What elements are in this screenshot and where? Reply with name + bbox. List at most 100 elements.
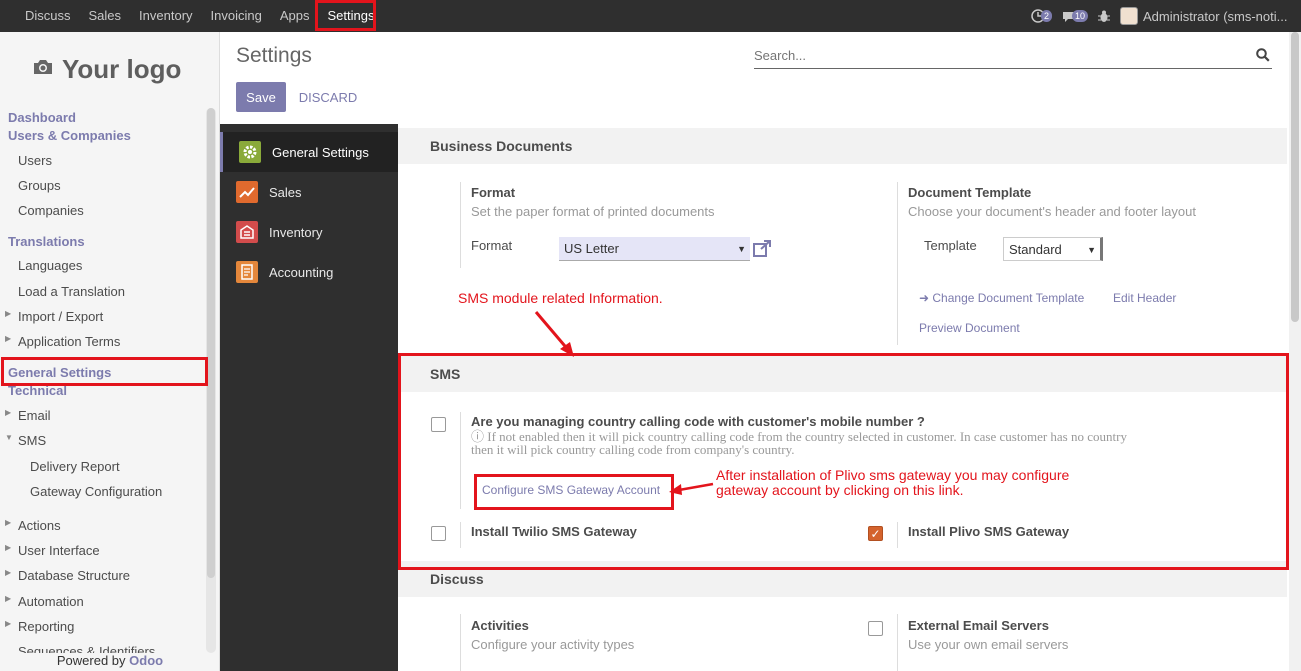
divider	[460, 522, 461, 548]
document-template-title: Document Template	[908, 185, 1032, 200]
settings-nav-general-label: General Settings	[272, 144, 369, 160]
divider	[897, 614, 898, 671]
sidebar-translations[interactable]: Translations	[8, 234, 85, 249]
external-link-icon[interactable]	[753, 240, 772, 257]
settings-nav-general[interactable]: General Settings	[220, 132, 398, 172]
sidebar-actions-label: Actions	[18, 518, 61, 533]
sidebar-user-interface-label: User Interface	[18, 543, 100, 558]
sidebar-application-terms[interactable]: ▶ Application Terms	[5, 334, 120, 349]
inventory-icon	[236, 221, 258, 243]
arrow-right-icon: ➜	[919, 291, 933, 305]
messaging-button[interactable]: 10	[1062, 10, 1088, 23]
sidebar-companies[interactable]: Companies	[18, 203, 84, 218]
top-navbar: Discuss Sales Inventory Invoicing Apps S…	[0, 0, 1301, 32]
search-input[interactable]	[754, 44, 1244, 63]
caret-right-icon: ▶	[5, 518, 12, 527]
settings-nav-sales[interactable]: Sales	[220, 172, 398, 212]
sidebar-users[interactable]: Users	[18, 153, 52, 168]
bug-icon[interactable]	[1098, 10, 1110, 23]
sidebar-import-export[interactable]: ▶ Import / Export	[5, 309, 104, 324]
sidebar-email-label: Email	[18, 408, 51, 423]
sidebar-email[interactable]: ▶ Email	[5, 408, 51, 423]
country-code-checkbox[interactable]	[431, 417, 446, 432]
sidebar-scrollbar[interactable]	[206, 108, 216, 653]
sidebar-gateway-configuration[interactable]: Gateway Configuration	[30, 484, 162, 499]
page-title: Settings	[236, 44, 312, 67]
caret-right-icon: ▶	[5, 334, 12, 343]
sidebar-sequences[interactable]: ▶Sequences & Identifiers	[18, 644, 155, 653]
template-select[interactable]: Standard ▼	[1003, 237, 1103, 261]
content-scrollbar[interactable]	[1289, 32, 1301, 671]
sidebar-languages[interactable]: Languages	[18, 258, 82, 273]
edit-header-link[interactable]: Edit Header	[1113, 291, 1176, 305]
sidebar-database-structure-label: Database Structure	[18, 568, 131, 583]
sidebar-technical[interactable]: Technical	[8, 383, 67, 398]
business-documents-header: Business Documents	[398, 128, 1287, 164]
twilio-checkbox[interactable]	[431, 526, 446, 541]
format-title: Format	[471, 185, 516, 200]
change-template-link[interactable]: ➜ Change Document Template	[919, 291, 1084, 305]
menu-inventory[interactable]: Inventory	[130, 0, 201, 32]
powered-by-text: Powered by	[56, 653, 126, 668]
activity-button[interactable]: 2	[1031, 9, 1052, 23]
sidebar-reporting[interactable]: ▶ Reporting	[5, 619, 74, 634]
template-select-value: Standard	[1009, 242, 1062, 257]
sidebar-load-translation[interactable]: Load a Translation	[18, 284, 125, 299]
caret-right-icon: ▶	[5, 594, 12, 603]
email-servers-description: Use your own email servers	[908, 637, 1069, 652]
help-line-2: then it will pick country calling code f…	[471, 442, 795, 457]
menu-discuss[interactable]: Discuss	[16, 0, 80, 32]
plivo-checkbox[interactable]: ✓	[868, 526, 883, 541]
configure-gateway-link[interactable]: Configure SMS Gateway Account	[482, 483, 660, 497]
left-sidebar: Your logo Dashboard Users & Companies Us…	[0, 32, 220, 671]
sidebar-database-structure[interactable]: ▶ Database Structure	[5, 568, 131, 583]
user-menu[interactable]: Administrator (sms-noti...	[1143, 9, 1301, 24]
format-select[interactable]: US Letter ▼	[559, 237, 750, 261]
activities-title: Activities	[471, 618, 529, 633]
content-scrollbar-thumb[interactable]	[1291, 32, 1299, 322]
business-documents-title: Business Documents	[430, 138, 573, 154]
sidebar-automation[interactable]: ▶ Automation	[5, 594, 84, 609]
preview-document-link[interactable]: Preview Document	[919, 321, 1020, 335]
sidebar-delivery-report[interactable]: Delivery Report	[30, 459, 120, 474]
divider	[460, 412, 461, 509]
plivo-info-line-2: gateway account by clicking on this link…	[716, 482, 964, 498]
email-servers-checkbox[interactable]	[868, 621, 883, 636]
sidebar-actions[interactable]: ▶ Actions	[5, 518, 61, 533]
annotation-arrow	[669, 482, 714, 495]
user-avatar[interactable]	[1120, 7, 1138, 25]
odoo-brand-link[interactable]: Odoo	[129, 653, 163, 668]
save-button[interactable]: Save	[236, 82, 286, 112]
menu-apps[interactable]: Apps	[271, 0, 319, 32]
settings-nav-accounting[interactable]: Accounting	[220, 252, 398, 292]
plivo-label: Install Plivo SMS Gateway	[908, 524, 1070, 539]
sidebar-scrollbar-thumb[interactable]	[207, 108, 215, 578]
company-logo[interactable]: Your logo	[32, 54, 181, 85]
caret-right-icon: ▶	[5, 619, 12, 628]
systray: 2 10 Administrator (sms-noti...	[1031, 0, 1301, 32]
activity-count-badge: 2	[1040, 10, 1052, 22]
divider	[897, 522, 898, 548]
sidebar-dashboard[interactable]: Dashboard	[8, 110, 76, 125]
menu-sales[interactable]: Sales	[80, 0, 131, 32]
country-code-title: Are you managing country calling code wi…	[471, 414, 925, 429]
sidebar-import-export-label: Import / Export	[18, 309, 104, 324]
settings-nav-inventory-label: Inventory	[269, 224, 323, 240]
sidebar-sms[interactable]: ▼ SMS	[5, 433, 47, 448]
sidebar-automation-label: Automation	[18, 594, 84, 609]
menu-settings[interactable]: Settings	[318, 0, 383, 32]
sidebar-users-companies[interactable]: Users & Companies	[8, 128, 131, 143]
settings-nav-inventory[interactable]: Inventory	[220, 212, 398, 252]
divider	[460, 614, 461, 671]
sidebar-user-interface[interactable]: ▶ User Interface	[5, 543, 100, 558]
sidebar-general-settings[interactable]: General Settings	[8, 365, 111, 380]
checkmark-icon: ✓	[870, 527, 881, 541]
sidebar-sms-label: SMS	[18, 433, 47, 448]
sidebar-groups[interactable]: Groups	[18, 178, 61, 193]
search-icon[interactable]	[1256, 48, 1270, 62]
menu-invoicing[interactable]: Invoicing	[202, 0, 271, 32]
discard-button[interactable]: DISCARD	[286, 82, 370, 112]
accounting-icon	[236, 261, 258, 283]
discuss-header: Discuss	[398, 561, 1287, 597]
caret-right-icon: ▶	[5, 568, 12, 577]
